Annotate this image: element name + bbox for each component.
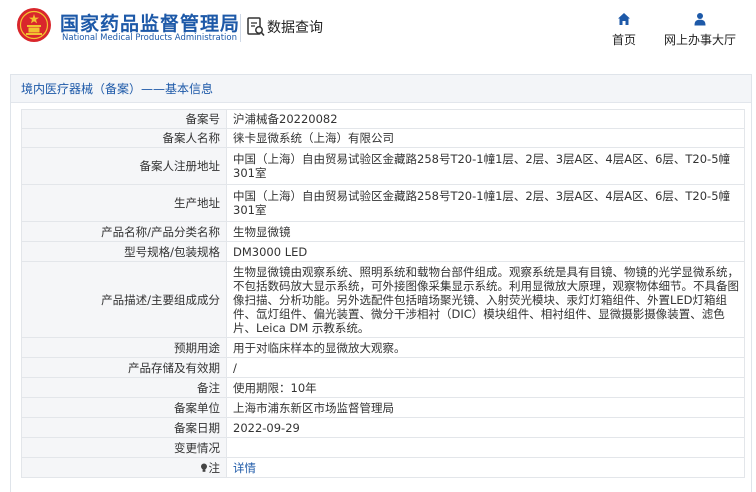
row-label: 备注 (21, 377, 227, 398)
table-row: 型号规格/包装规格 DM3000 LED (21, 241, 745, 262)
table-row: 变更情况 (21, 437, 745, 458)
table-row: 产品描述/主要组成成分 生物显微镜由观察系统、照明系统和载物台部件组成。观察系统… (21, 261, 745, 338)
row-value: 生物显微镜由观察系统、照明系统和载物台部件组成。观察系统是具有目镜、物镜的光学显… (226, 261, 745, 338)
row-label: 产品存储及有效期 (21, 357, 227, 378)
row-label: 生产地址 (21, 184, 227, 222)
bulb-icon (200, 463, 207, 472)
user-icon (694, 13, 706, 26)
row-value: DM3000 LED (226, 241, 745, 262)
row-value (226, 437, 745, 458)
row-value: 生物显微镜 (226, 221, 745, 242)
data-query-icon (247, 17, 265, 37)
table-row: 备案单位 上海市浦东新区市场监督管理局 (21, 397, 745, 418)
row-value: 用于对临床样本的显微放大观察。 (226, 337, 745, 358)
row-label: 备案单位 (21, 397, 227, 418)
row-value: 上海市浦东新区市场监督管理局 (226, 397, 745, 418)
site-subtitle: National Medical Products Administration (62, 33, 237, 43)
table-row: 备案人注册地址 中国（上海）自由贸易试验区金藏路258号T20-1幢1层、2层、… (21, 147, 745, 185)
site-title: 国家药品监督管理局 (60, 13, 241, 35)
row-value: 徕卡显微系统（上海）有限公司 (226, 128, 745, 148)
row-label: 注 (208, 460, 221, 475)
row-label: 备案人注册地址 (21, 147, 227, 185)
national-emblem-icon (17, 8, 51, 42)
row-value: 使用期限：10年 (226, 377, 745, 398)
table-row: 产品名称/产品分类名称 生物显微镜 (21, 221, 745, 242)
site-header: 国家药品监督管理局 National Medical Products Admi… (0, 0, 756, 60)
nav-home-label: 首页 (611, 33, 636, 47)
header-divider (240, 14, 241, 42)
nav-online-service-label: 网上办事大厅 (663, 33, 736, 47)
row-value: 中国（上海）自由贸易试验区金藏路258号T20-1幢1层、2层、3层A区、4层A… (226, 184, 745, 222)
table-row: 备案日期 2022-09-29 (21, 417, 745, 438)
nav-home-link[interactable]: 首页 (604, 12, 644, 48)
detail-panel: 境内医疗器械（备案）——基本信息 备案号 沪浦械备20220082 备案人名称 … (10, 74, 752, 492)
row-value: 中国（上海）自由贸易试验区金藏路258号T20-1幢1层、2层、3层A区、4层A… (226, 147, 745, 185)
row-value: 2022-09-29 (226, 417, 745, 438)
row-value: 沪浦械备20220082 (226, 109, 745, 129)
table-row: 备案号 沪浦械备20220082 (21, 109, 745, 129)
nav-online-service-link[interactable]: 网上办事大厅 (658, 12, 742, 48)
detail-table: 备案号 沪浦械备20220082 备案人名称 徕卡显微系统（上海）有限公司 备案… (21, 109, 745, 478)
table-row: 生产地址 中国（上海）自由贸易试验区金藏路258号T20-1幢1层、2层、3层A… (21, 184, 745, 222)
table-row: 备注 使用期限：10年 (21, 377, 745, 398)
row-label: 备案人名称 (21, 128, 227, 148)
row-label: 预期用途 (21, 337, 227, 358)
row-value: / (226, 357, 745, 378)
home-icon (618, 13, 630, 25)
row-label: 产品名称/产品分类名称 (21, 221, 227, 242)
panel-title: 境内医疗器械（备案）——基本信息 (11, 75, 751, 103)
row-label: 备案号 (21, 109, 227, 129)
details-link[interactable]: 详情 (226, 457, 745, 478)
row-label: 产品描述/主要组成成分 (21, 261, 227, 338)
data-query-label[interactable]: 数据查询 (267, 17, 323, 37)
row-label: 变更情况 (21, 437, 227, 458)
table-row: 预期用途 用于对临床样本的显微放大观察。 (21, 337, 745, 358)
table-row: 备案人名称 徕卡显微系统（上海）有限公司 (21, 128, 745, 148)
row-label: 型号规格/包装规格 (21, 241, 227, 262)
note-row-label: 注 (21, 457, 227, 478)
table-row: 产品存储及有效期 / (21, 357, 745, 378)
row-label: 备案日期 (21, 417, 227, 438)
table-row: 注 详情 (21, 457, 745, 478)
